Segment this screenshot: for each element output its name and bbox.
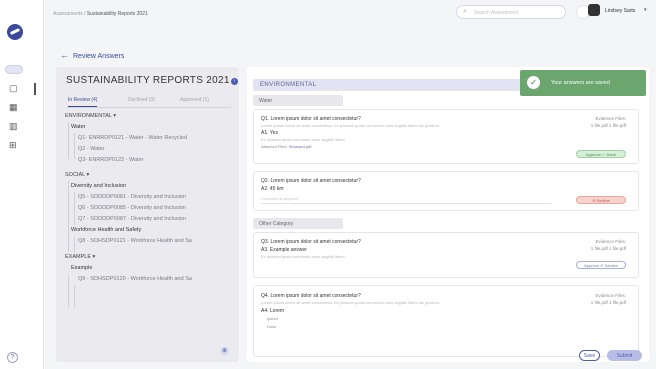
tree-guide — [68, 122, 69, 159]
comment-underline — [261, 203, 551, 204]
document-icon[interactable]: ▢ — [9, 84, 18, 93]
nav-toggle-pill[interactable] — [5, 65, 23, 74]
tree-question[interactable]: Q9 - SOHSDP0120 - Workforce Health and S… — [78, 276, 248, 286]
tree-question[interactable]: Q3- ENRRDP0122 - Water — [78, 157, 248, 167]
attached-file-link[interactable]: Sharcard.pdf — [289, 144, 312, 149]
answer-description: Ex possum quam commodo cons sagittis lib… — [261, 137, 346, 142]
tree-guide — [74, 192, 75, 225]
check-circle-icon: ✓ — [527, 76, 540, 89]
bank-icon[interactable]: ⊞ — [9, 141, 18, 150]
answer-option: Ipsum — [267, 316, 278, 321]
left-nav-rail: ▢ ▦ ▥ ⊞ ? — [0, 0, 44, 369]
tab-in-review[interactable]: In Review (4) — [68, 97, 98, 107]
nav-active-indicator — [34, 83, 36, 95]
status-badge[interactable]: Approve ✓ Done — [576, 150, 626, 158]
search-placeholder: Search Assessment — [474, 10, 519, 16]
answer-option: Dolor — [267, 324, 277, 329]
tree-question[interactable]: Q5 - SODDDP0081 - Diversity and Inclusio… — [78, 194, 248, 204]
comment-input[interactable]: Comment to approve — [261, 196, 298, 201]
search-icon: ⌕ — [463, 8, 467, 15]
scroll-icon[interactable]: ⊕ — [220, 347, 229, 356]
tree-group-workforce[interactable]: Workforce Health and Safety — [71, 227, 241, 237]
tree-guide — [68, 181, 69, 252]
tab-declined[interactable]: Declined (3) — [128, 97, 155, 103]
question-card: Q3. Lorem ipsum dolor sit amet consectet… — [253, 232, 639, 278]
tree-question[interactable]: Q7 - SODDDP0087 - Diversity and Inclusio… — [78, 216, 248, 226]
tree-question[interactable]: Q1- ENRRDP0121 - Water - Water Recycled — [78, 135, 248, 145]
arrow-left-icon: ← — [60, 50, 69, 60]
question-navigator: SUSTAINABILITY REPORTS 2021 ‹ In Review … — [56, 67, 239, 362]
question-text: Q3. Lorem ipsum dolor sit amet consectet… — [261, 239, 361, 245]
answer-text: A1. Yes — [261, 130, 278, 136]
evidence-title: Evidence Files: — [595, 293, 626, 298]
avatar[interactable] — [588, 4, 600, 16]
status-tabs: In Review (4) Declined (3) Approved (1) — [66, 97, 231, 108]
attached-files-label: Attached Files: — [261, 144, 288, 149]
tree-guide — [74, 286, 75, 308]
tree-section-environmental[interactable]: ENVIRONMENTAL ▾ — [65, 113, 235, 123]
save-button[interactable]: Save — [579, 350, 600, 361]
evidence-files[interactable]: 1 file.pdf 1 file.pdf — [591, 246, 626, 251]
attached-files: Attached Files: Sharcard.pdf — [261, 144, 312, 149]
collapse-icon[interactable]: ‹ — [231, 78, 238, 85]
evidence-title: Evidence Files: — [595, 116, 626, 121]
top-bar: Assessments / Sustainability Reports 202… — [44, 0, 656, 38]
tree-group-diversity[interactable]: Diversity and Inclusion — [71, 183, 241, 193]
tree-guide — [74, 237, 75, 252]
tree-section-social[interactable]: SOCIAL ▾ — [65, 172, 235, 182]
search-input[interactable]: ⌕ Search Assessment — [456, 5, 566, 19]
tree-guide — [74, 133, 75, 159]
status-badge[interactable]: Approve ✕ Decline — [576, 261, 626, 269]
tree-group-example[interactable]: Example — [71, 265, 241, 275]
chevron-down-icon[interactable]: ▾ — [644, 7, 647, 13]
category-header: Water — [253, 95, 343, 106]
panel-title: SUSTAINABILITY REPORTS 2021 — [66, 75, 230, 86]
help-icon[interactable]: ? — [7, 352, 18, 363]
question-text: Q4. Lorem ipsum dolor sit amet consectet… — [261, 293, 361, 299]
tab-approved[interactable]: Approved (1) — [180, 97, 209, 103]
answer-text: A3. Example answer — [261, 247, 307, 253]
question-card: Q1. Lorem ipsum dolor sit amet consectet… — [253, 109, 639, 164]
tree-guide — [68, 275, 69, 308]
success-toast: ✓ Your answers are saved — [520, 70, 646, 96]
question-card: Q2. Lorem ipsum dolor sit amet consectet… — [253, 171, 639, 211]
category-header: Other Category — [253, 218, 343, 229]
tree-group-water[interactable]: Water — [71, 124, 241, 134]
grid-icon[interactable]: ▦ — [9, 103, 18, 112]
breadcrumb-parent[interactable]: Assessments — [53, 11, 83, 17]
breadcrumb: Assessments / Sustainability Reports 202… — [53, 11, 148, 17]
user-name[interactable]: Lindsey Sarts — [605, 8, 635, 14]
app-logo-icon[interactable] — [7, 24, 23, 40]
answer-text: A4. Lorem — [261, 308, 285, 314]
answers-panel: ENVIRONMENTAL Water Q1. Lorem ipsum dolo… — [247, 67, 649, 362]
tree-question[interactable]: Q2 - Water — [78, 146, 248, 156]
back-label: Review Answers — [73, 53, 125, 60]
question-description: Lorem ipsum lorem sit amet consectetur. … — [261, 300, 440, 305]
tree-section-example[interactable]: EXAMPLE ▾ — [65, 254, 235, 264]
answer-text: A2. 45 km — [261, 186, 284, 192]
question-text: Q1. Lorem ipsum dolor sit amet consectet… — [261, 116, 361, 122]
toast-message: Your answers are saved — [551, 80, 610, 86]
answer-description: Ex possum quam commodo cons sagittis lib… — [261, 254, 346, 259]
breadcrumb-current: Sustainability Reports 2021 — [86, 11, 148, 17]
question-description: Lorem ipsum lorem sit amet consectetur. … — [261, 123, 440, 128]
question-text: Q2. Lorem ipsum dolor sit amet consectet… — [261, 178, 361, 184]
tree-question[interactable]: Q8 - SOHSDP0121 - Workforce Health and S… — [78, 238, 248, 248]
evidence-files[interactable]: 1 file.pdf 1 file.pdf — [591, 300, 626, 305]
evidence-title: Evidence Files: — [595, 239, 626, 244]
question-card: Q4. Lorem ipsum dolor sit amet consectet… — [253, 285, 639, 357]
evidence-files[interactable]: 1 file.pdf 1 file.pdf — [591, 123, 626, 128]
back-link[interactable]: ← Review Answers — [60, 50, 124, 60]
tree-question[interactable]: Q6 - SODDDP0085 - Diversity and Inclusio… — [78, 205, 248, 215]
chart-icon[interactable]: ▥ — [9, 122, 18, 131]
status-badge[interactable]: ✕ Decline — [576, 196, 626, 204]
breadcrumb-separator: / — [84, 11, 86, 17]
submit-button[interactable]: Submit — [607, 350, 642, 361]
